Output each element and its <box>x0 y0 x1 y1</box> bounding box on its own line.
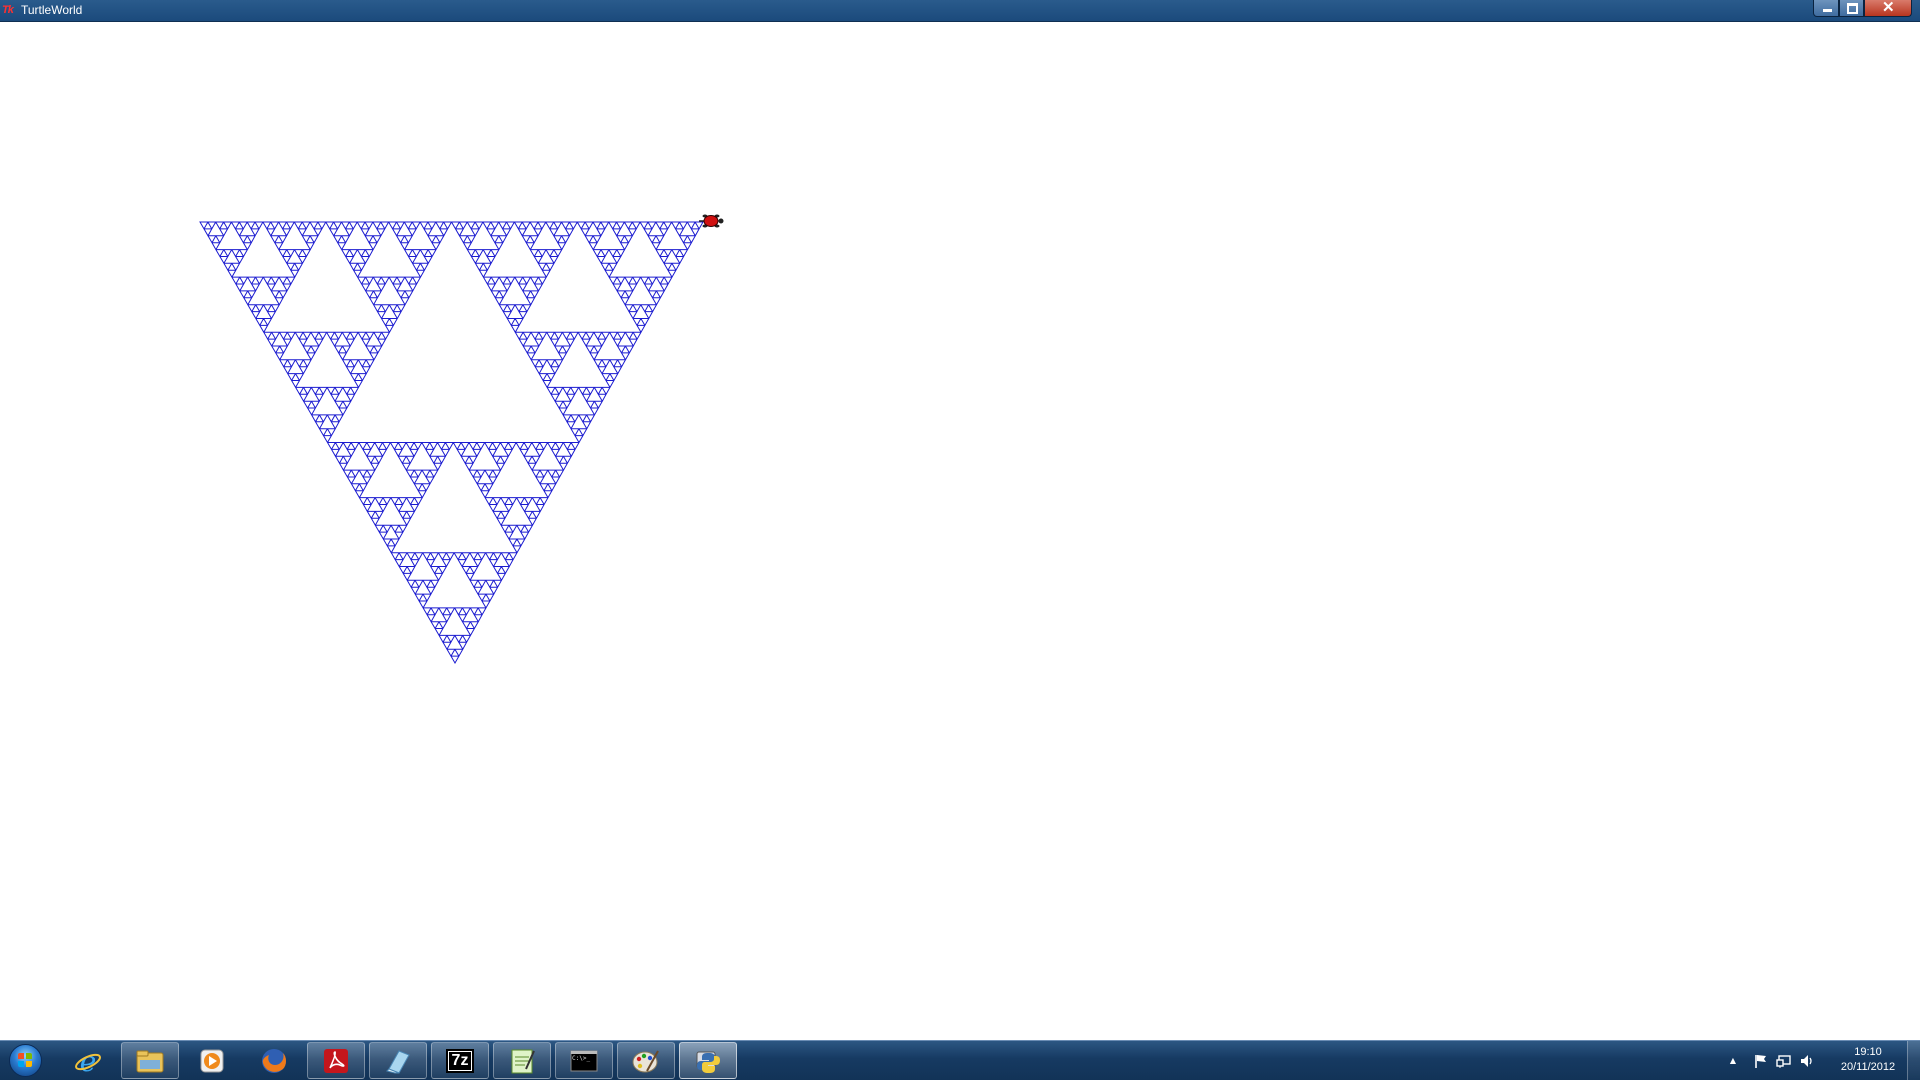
taskbar-adobe-reader[interactable] <box>307 1042 365 1079</box>
taskbar-7zip[interactable]: 7z <box>431 1042 489 1079</box>
cmd-icon: C:\>_ <box>569 1047 599 1075</box>
window-title: TurtleWorld <box>21 3 83 17</box>
title-bar[interactable]: Tk TurtleWorld ✕ <box>0 0 1920 22</box>
windows-start-icon <box>9 1044 42 1077</box>
sierpinski-path <box>199 221 704 665</box>
clock-time: 19:10 <box>1854 1046 1882 1058</box>
clock-date: 20/11/2012 <box>1840 1061 1896 1073</box>
turtle-icon <box>699 214 724 228</box>
paint-icon <box>631 1047 661 1075</box>
minimize-button[interactable] <box>1813 0 1839 17</box>
pdf-icon <box>321 1047 351 1075</box>
close-button[interactable]: ✕ <box>1864 0 1912 17</box>
sierpinski-triangle <box>199 221 704 665</box>
eraser-icon <box>383 1047 413 1075</box>
taskbar-firefox[interactable] <box>245 1042 303 1079</box>
sierpinski-drawing <box>199 214 724 665</box>
taskbar-paint[interactable] <box>617 1042 675 1079</box>
show-hidden-icons-button[interactable]: ▲ <box>1725 1053 1741 1069</box>
cmd-label: C:\>_ <box>572 1055 591 1062</box>
turtleworld-window: Tk TurtleWorld ✕ <box>0 0 1920 1040</box>
taskbar-python[interactable] <box>679 1042 737 1079</box>
python-icon <box>693 1047 723 1075</box>
ie-icon: e <box>73 1047 103 1075</box>
media-player-icon <box>197 1047 227 1075</box>
maximize-icon <box>1847 3 1858 14</box>
clock[interactable]: 19:10 20/11/2012 <box>1825 1045 1911 1075</box>
taskbar-eraser-app[interactable] <box>369 1042 427 1079</box>
notepad-icon <box>507 1047 537 1075</box>
taskbar-windows-explorer[interactable] <box>121 1042 179 1079</box>
taskbar-internet-explorer[interactable]: e <box>59 1042 117 1079</box>
volume-icon[interactable] <box>1799 1053 1815 1069</box>
tk-app-icon: Tk <box>2 4 14 16</box>
taskbar: e 7z C:\>_ ▲ 19:10 20/11/2012 <box>0 1040 1920 1080</box>
network-icon[interactable] <box>1776 1053 1792 1069</box>
taskbar-media-player[interactable] <box>183 1042 241 1079</box>
maximize-button[interactable] <box>1839 0 1864 17</box>
action-center-flag-icon[interactable] <box>1753 1053 1769 1069</box>
minimize-icon <box>1823 9 1832 12</box>
taskbar-command-prompt[interactable]: C:\>_ <box>555 1042 613 1079</box>
folder-icon <box>135 1047 165 1075</box>
close-icon: ✕ <box>1882 0 1895 16</box>
7z-icon: 7z <box>445 1047 475 1075</box>
show-desktop-button[interactable] <box>1907 1041 1920 1080</box>
turtle-canvas[interactable] <box>0 22 1920 1040</box>
svg-text:e: e <box>80 1047 97 1075</box>
start-button[interactable] <box>4 1042 48 1079</box>
system-tray: ▲ 19:10 20/11/2012 <box>1725 1041 1920 1080</box>
taskbar-editor[interactable] <box>493 1042 551 1079</box>
firefox-icon <box>259 1047 289 1075</box>
7z-label: 7z <box>451 1052 469 1069</box>
